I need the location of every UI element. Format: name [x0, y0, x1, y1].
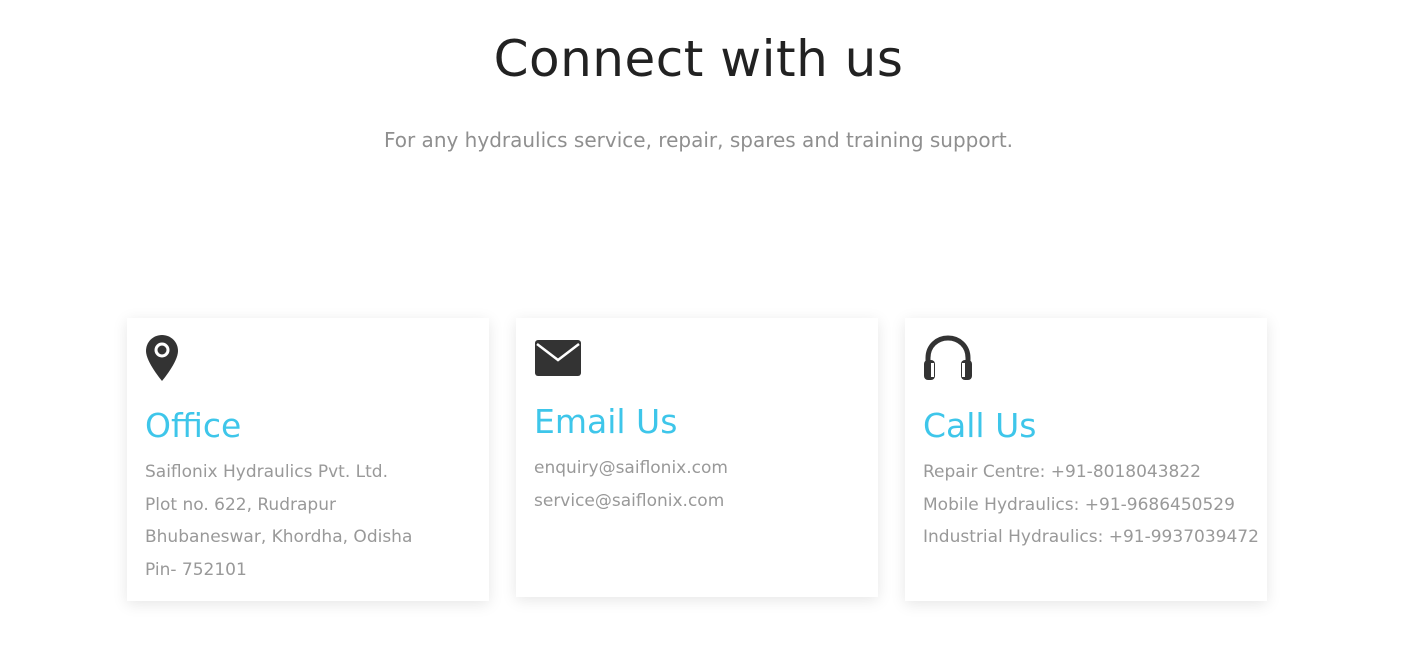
office-title: Office	[145, 406, 242, 445]
phone-mobile-hydraulics[interactable]: Mobile Hydraulics: +91-9686450529	[923, 489, 1249, 522]
office-company: Saiflonix Hydraulics Pvt. Ltd.	[145, 462, 388, 482]
phone-repair-centre[interactable]: Repair Centre: +91-8018043822	[923, 456, 1249, 489]
office-pin: Pin- 752101	[145, 559, 247, 580]
phone-industrial-hydraulics[interactable]: Industrial Hydraulics: +91-9937039472	[923, 521, 1259, 554]
email-link-service[interactable]: service@saiflonix.com	[534, 485, 860, 518]
office-card: Office Saiflonix Hydraulics Pvt. Ltd. Pl…	[127, 318, 489, 601]
page-subtitle: For any hydraulics service, repair, spar…	[383, 128, 1014, 152]
office-address-line: Plot no. 622, Rudrapur	[145, 494, 336, 515]
envelope-icon	[534, 334, 860, 382]
email-link-enquiry[interactable]: enquiry@saiflonix.com	[534, 452, 860, 485]
map-pin-icon	[145, 334, 471, 382]
headphones-icon	[923, 334, 1249, 382]
office-city: Bhubaneswar, Khordha, Odisha	[145, 527, 413, 547]
email-card: Email Us enquiry@saiflonix.com service@s…	[516, 318, 878, 597]
call-title: Call Us	[923, 406, 1037, 445]
email-title: Email Us	[534, 402, 678, 441]
call-card: Call Us Repair Centre: +91-8018043822 Mo…	[905, 318, 1267, 601]
page-title: Connect with us	[493, 30, 904, 88]
